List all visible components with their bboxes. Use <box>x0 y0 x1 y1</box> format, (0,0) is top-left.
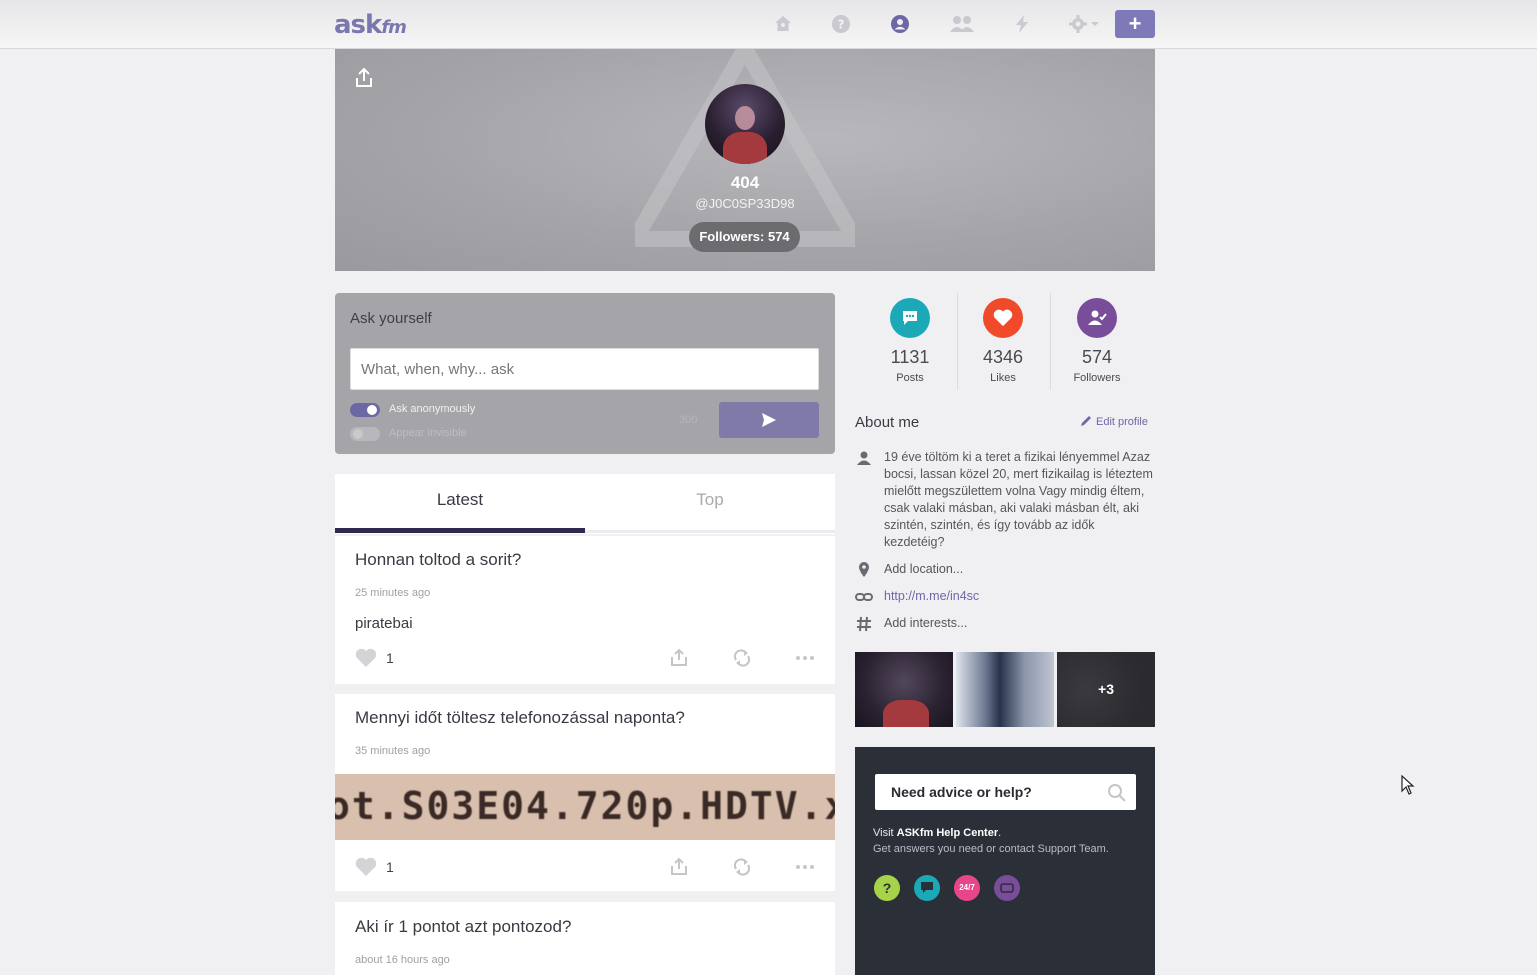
profile-name: 404 <box>730 173 760 192</box>
profile-icon[interactable] <box>890 14 910 34</box>
profile-handle: @J0C0SP33D98 <box>695 196 795 211</box>
help-search-input[interactable]: Need advice or help? <box>875 774 1136 810</box>
tab-top[interactable]: Top <box>585 474 835 528</box>
post-card: Mennyi időt töltesz telefonozással napon… <box>335 694 835 891</box>
question-icon[interactable]: ? <box>831 14 851 34</box>
like-count: 1 <box>386 650 394 666</box>
like-heart-icon[interactable] <box>355 648 377 668</box>
post-actions: 1 <box>335 857 835 879</box>
top-navigation-bar: askfm ? + <box>0 0 1537 49</box>
repost-icon[interactable] <box>732 648 752 668</box>
help-subtitle: Get answers you need or contact Support … <box>873 843 1109 855</box>
link-icon <box>855 593 873 601</box>
active-tab-indicator <box>335 528 585 533</box>
likes-label: Likes <box>990 372 1016 384</box>
friends-icon[interactable] <box>948 14 976 34</box>
more-options-icon[interactable] <box>795 857 815 877</box>
ask-title: Ask yourself <box>350 310 432 327</box>
ask-question-input[interactable] <box>350 348 819 390</box>
pencil-icon <box>1081 416 1091 426</box>
lightning-icon[interactable] <box>1012 14 1032 34</box>
profile-cover: 404 @J0C0SP33D98 Followers: 574 <box>335 49 1155 271</box>
new-question-button[interactable]: + <box>1115 10 1155 38</box>
post-timestamp[interactable]: about 16 hours ago <box>355 954 450 966</box>
help-center-panel: Need advice or help? Visit ASKfm Help Ce… <box>855 747 1155 975</box>
about-location-row[interactable]: Add location... <box>855 561 1155 579</box>
appear-invisible-toggle[interactable] <box>350 427 380 441</box>
post-answer: piratebai <box>355 615 413 632</box>
like-heart-icon[interactable] <box>355 857 377 877</box>
chat-icon[interactable] <box>914 875 940 901</box>
stat-likes[interactable]: 4346 Likes <box>956 298 1050 384</box>
profile-avatar[interactable] <box>705 84 785 164</box>
char-counter: 300 <box>679 414 698 426</box>
likes-count: 4346 <box>982 347 1024 367</box>
posts-icon <box>890 298 930 338</box>
location-pin-icon <box>859 562 869 577</box>
help-visit-text: Visit ASKfm Help Center. <box>873 827 1002 839</box>
more-photos-count: +3 <box>1057 652 1155 727</box>
stat-posts[interactable]: 1131 Posts <box>863 298 957 384</box>
followers-count: 574 <box>1081 347 1113 367</box>
tab-latest[interactable]: Latest <box>335 474 585 528</box>
photo-thumbnail-more[interactable]: +3 <box>1057 652 1155 727</box>
add-location-link[interactable]: Add location... <box>884 561 1154 578</box>
email-support-icon[interactable] <box>994 875 1020 901</box>
post-card: Honnan toltod a sorit? 25 minutes ago pi… <box>335 536 835 684</box>
person-icon <box>857 451 871 465</box>
edit-profile-link[interactable]: Edit profile <box>1080 415 1148 428</box>
posts-count: 1131 <box>890 347 930 367</box>
profile-website-link[interactable]: http://m.me/in4sc <box>884 588 1154 605</box>
stat-followers[interactable]: 574 Followers <box>1050 298 1144 384</box>
followers-icon <box>1077 298 1117 338</box>
about-me-title: About me <box>855 414 920 431</box>
share-icon[interactable] <box>669 857 689 877</box>
post-question[interactable]: Aki ír 1 pontot azt pontozod? <box>355 917 571 937</box>
post-timestamp[interactable]: 35 minutes ago <box>355 745 430 757</box>
send-question-button[interactable] <box>719 402 819 438</box>
repost-icon[interactable] <box>732 857 752 877</box>
like-count: 1 <box>386 859 394 875</box>
post-image-text: ot.S03E04.720p.HDTV.x2 <box>335 784 835 828</box>
help-search-label: Need advice or help? <box>891 784 1032 800</box>
more-options-icon[interactable] <box>795 648 815 668</box>
send-icon <box>762 413 776 427</box>
about-bio: 19 éve töltöm ki a teret a fizikai lénye… <box>884 450 1153 549</box>
askfm-logo[interactable]: askfm <box>334 10 407 40</box>
ask-anonymously-toggle[interactable] <box>350 403 380 417</box>
followers-label: Followers <box>1073 372 1121 384</box>
about-interests-row[interactable]: Add interests... <box>855 615 1155 633</box>
ask-yourself-panel: Ask yourself Ask anonymously Appear invi… <box>335 293 835 454</box>
search-icon[interactable] <box>1107 783 1127 803</box>
ask-anonymously-label: Ask anonymously <box>389 403 476 415</box>
feed-tabs: Latest Top <box>335 474 835 534</box>
post-question[interactable]: Mennyi időt töltesz telefonozással napon… <box>355 708 685 728</box>
home-icon[interactable] <box>773 14 793 34</box>
post-card: Aki ír 1 pontot azt pontozod? about 16 h… <box>335 902 835 975</box>
about-bio-row: 19 éve töltöm ki a teret a fizikai lénye… <box>855 449 1155 551</box>
appear-invisible-label: Appear invisible <box>389 427 467 439</box>
help-center-link[interactable]: ASKfm Help Center <box>897 827 998 839</box>
svg-text:?: ? <box>838 18 845 32</box>
post-question[interactable]: Honnan toltod a sorit? <box>355 550 521 570</box>
about-link-row[interactable]: http://m.me/in4sc <box>855 588 1155 606</box>
settings-icon[interactable] <box>1068 14 1100 34</box>
likes-icon <box>983 298 1023 338</box>
posts-label: Posts <box>896 372 924 384</box>
post-image[interactable]: ot.S03E04.720p.HDTV.x2 <box>335 774 835 840</box>
post-actions: 1 <box>335 648 835 670</box>
photo-thumbnail[interactable] <box>855 652 953 727</box>
support-24-7-icon[interactable]: 24/7 <box>954 875 980 901</box>
faq-question-icon[interactable]: ? <box>874 875 900 901</box>
followers-pill[interactable]: Followers: 574 <box>689 222 800 252</box>
photo-thumbnail[interactable] <box>956 652 1054 727</box>
share-icon[interactable] <box>669 648 689 668</box>
hashtag-icon <box>857 616 871 632</box>
share-profile-icon[interactable] <box>353 67 375 89</box>
edit-profile-label: Edit profile <box>1096 416 1148 428</box>
add-interests-link[interactable]: Add interests... <box>884 615 1154 632</box>
post-timestamp[interactable]: 25 minutes ago <box>355 587 430 599</box>
mouse-cursor-icon <box>1401 775 1415 795</box>
tab-divider <box>585 530 835 533</box>
